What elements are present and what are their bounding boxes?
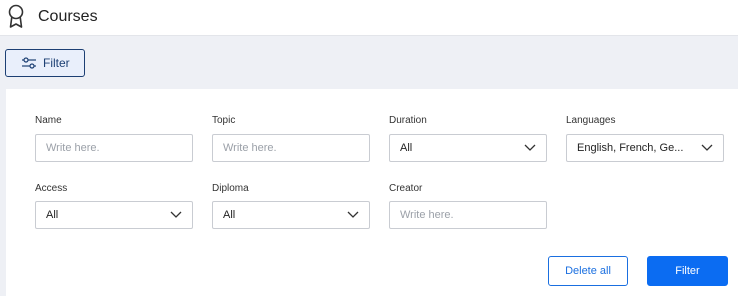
topic-field[interactable]: [212, 134, 370, 162]
page-title: Courses: [38, 8, 98, 25]
sliders-icon: [22, 57, 36, 69]
duration-select[interactable]: All: [389, 134, 547, 162]
name-label: Name: [35, 115, 62, 126]
languages-label: Languages: [566, 115, 616, 126]
languages-value: English, French, Ge...: [577, 142, 684, 154]
access-select[interactable]: All: [35, 201, 193, 229]
filter-toggle-label: Filter: [43, 56, 70, 70]
creator-input[interactable]: [400, 209, 546, 221]
topic-label: Topic: [212, 115, 236, 126]
chevron-down-icon: [170, 211, 182, 218]
apply-filter-button[interactable]: Filter: [647, 256, 728, 286]
filter-panel: [6, 89, 738, 296]
award-icon: [8, 4, 24, 28]
duration-label: Duration: [389, 115, 427, 126]
delete-all-button[interactable]: Delete all: [548, 256, 628, 286]
diploma-label: Diploma: [212, 183, 249, 194]
name-input[interactable]: [46, 142, 192, 154]
filter-toggle-button[interactable]: Filter: [5, 49, 85, 77]
languages-select[interactable]: English, French, Ge...: [566, 134, 724, 162]
access-value: All: [46, 209, 59, 221]
diploma-value: All: [223, 209, 236, 221]
page-header: Courses: [0, 0, 738, 36]
creator-label: Creator: [389, 183, 423, 194]
name-field[interactable]: [35, 134, 193, 162]
duration-value: All: [400, 142, 413, 154]
topic-input[interactable]: [223, 142, 369, 154]
chevron-down-icon: [347, 211, 359, 218]
creator-field[interactable]: [389, 201, 547, 229]
chevron-down-icon: [701, 144, 713, 151]
diploma-select[interactable]: All: [212, 201, 370, 229]
access-label: Access: [35, 183, 68, 194]
chevron-down-icon: [524, 144, 536, 151]
